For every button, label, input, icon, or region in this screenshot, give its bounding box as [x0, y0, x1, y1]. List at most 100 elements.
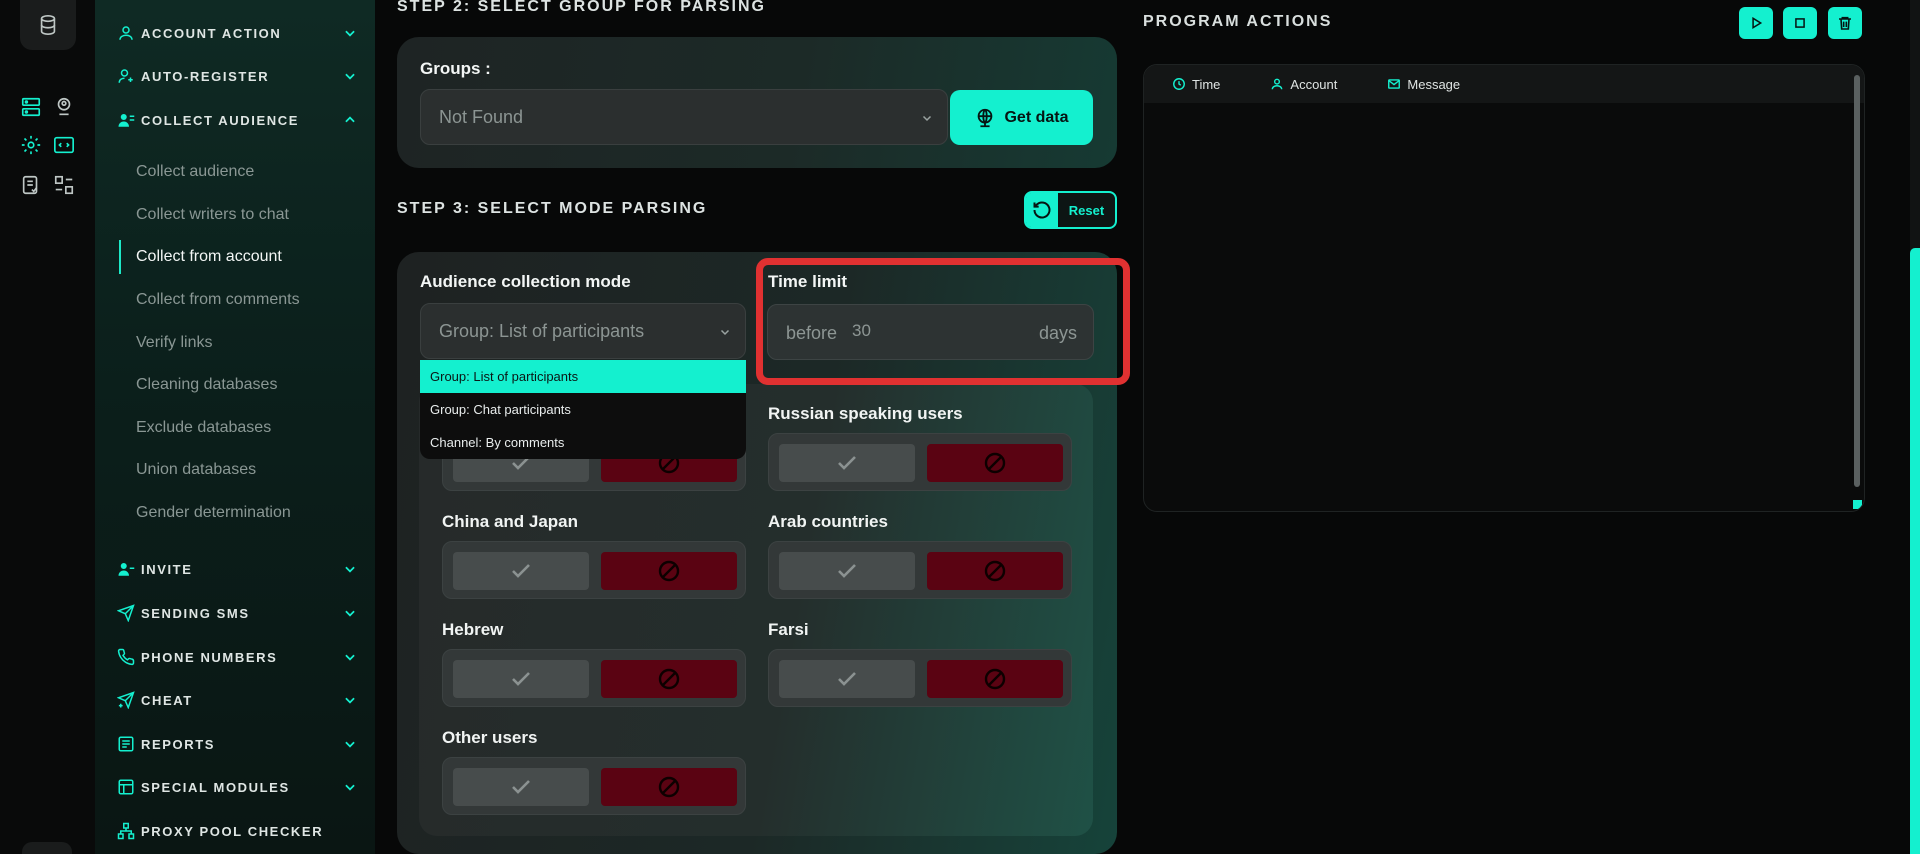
allow-button[interactable]: [453, 768, 589, 806]
sidebar-section-reports[interactable]: REPORTS: [117, 732, 357, 756]
sub-item-union-databases[interactable]: Union databases: [136, 461, 256, 479]
sub-item-gender-determination[interactable]: Gender determination: [136, 504, 291, 522]
sidebar-section-proxy-pool-checker[interactable]: PROXY POOL CHECKER: [117, 819, 357, 843]
rail-bottom-button[interactable]: [22, 842, 72, 854]
filter-title-hebrew: Hebrew: [442, 620, 504, 639]
phone-icon: [117, 648, 135, 666]
modules-icon: [118, 779, 134, 795]
dropdown-option[interactable]: Channel: By comments: [420, 426, 746, 459]
sub-item-collect-from-account[interactable]: Collect from account: [136, 248, 282, 266]
sidebar-section-label: AUTO-REGISTER: [141, 68, 270, 84]
sidebar-section-label: PROXY POOL CHECKER: [141, 823, 324, 839]
block-button[interactable]: [601, 552, 737, 590]
log-column-time[interactable]: Time: [1172, 77, 1220, 92]
block-button[interactable]: [601, 768, 737, 806]
stop-button[interactable]: [1783, 7, 1817, 39]
allow-button[interactable]: [453, 552, 589, 590]
filter-toggle-farsi: [768, 649, 1072, 707]
block-button[interactable]: [927, 660, 1063, 698]
log-column-label: Time: [1192, 76, 1221, 92]
page-scrollbar[interactable]: [1910, 0, 1920, 854]
get-data-button[interactable]: Get data: [950, 90, 1093, 145]
ban-icon: [658, 668, 680, 690]
location-user-icon[interactable]: [53, 96, 75, 118]
allow-button[interactable]: [453, 660, 589, 698]
log-column-account[interactable]: Account: [1270, 77, 1337, 92]
sub-item-collect-from-comments[interactable]: Collect from comments: [136, 291, 300, 309]
chevron-down-icon: [345, 610, 355, 617]
dropdown-option[interactable]: Group: List of participants: [420, 360, 746, 393]
sidebar-section-sending-sms[interactable]: SENDING SMS: [117, 601, 357, 625]
ban-icon: [984, 452, 1006, 474]
sidebar-section-label: CHEAT: [141, 692, 193, 708]
allow-button[interactable]: [779, 444, 915, 482]
sub-item-exclude-databases[interactable]: Exclude databases: [136, 419, 271, 437]
sub-item-collect-audience[interactable]: Collect audience: [136, 163, 254, 181]
sidebar-section-collect-audience[interactable]: COLLECT AUDIENCE: [117, 108, 357, 132]
filter-title-arab: Arab countries: [768, 512, 888, 531]
log-scrollbar[interactable]: [1854, 75, 1860, 487]
chevron-down-icon: [345, 741, 355, 748]
log-panel: Time Account Message: [1143, 64, 1865, 512]
database-icon: [40, 15, 56, 35]
sidebar-section-auto-register[interactable]: AUTO-REGISTER: [117, 64, 357, 88]
check-icon: [512, 780, 530, 794]
mail-icon: [1388, 79, 1401, 89]
resize-handle[interactable]: [1853, 500, 1862, 509]
log-header: Time Account Message: [1144, 65, 1864, 103]
allow-button[interactable]: [779, 660, 915, 698]
mode-select-value: Group: List of participants: [439, 320, 645, 341]
dropdown-option[interactable]: Group: Chat participants: [420, 393, 746, 426]
filter-toggle-russian: [768, 433, 1072, 491]
sidebar-section-cheat[interactable]: CHEAT: [117, 688, 357, 712]
block-button[interactable]: [927, 444, 1063, 482]
server-icon[interactable]: [20, 96, 42, 118]
check-icon: [838, 564, 856, 578]
ban-icon: [984, 560, 1006, 582]
reset-button[interactable]: Reset: [1024, 191, 1117, 229]
block-button[interactable]: [927, 552, 1063, 590]
get-data-label: Get data: [1004, 108, 1069, 126]
filter-toggle-hebrew: [442, 649, 746, 707]
chevron-down-icon: [345, 566, 355, 573]
ban-icon: [658, 776, 680, 798]
mode-select[interactable]: Group: List of participants: [420, 303, 746, 359]
play-icon: [1752, 16, 1763, 30]
groups-select-value: Not Found: [439, 106, 524, 127]
block-button[interactable]: [601, 660, 737, 698]
sidebar-section-label: SPECIAL MODULES: [141, 779, 290, 795]
code-window-icon[interactable]: [53, 134, 75, 156]
filter-toggle-china-japan: [442, 541, 746, 599]
sub-item-cleaning-databases[interactable]: Cleaning databases: [136, 376, 277, 394]
filter-title-russian: Russian speaking users: [768, 404, 963, 423]
play-button[interactable]: [1739, 7, 1773, 39]
database-button[interactable]: [20, 0, 76, 50]
sidebar-section-invite[interactable]: INVITE: [117, 557, 357, 581]
layout-icon[interactable]: [53, 174, 75, 196]
check-icon: [838, 672, 856, 686]
filter-toggle-other: [442, 757, 746, 815]
chevron-down-icon: [922, 115, 932, 122]
page-scrollbar-thumb[interactable]: [1910, 248, 1920, 854]
chevron-down-icon: [345, 654, 355, 661]
sub-item-verify-links[interactable]: Verify links: [136, 334, 212, 352]
user-icon: [1272, 78, 1283, 90]
chevron-down-icon: [345, 784, 355, 791]
sidebar-section-account-action[interactable]: ACCOUNT ACTION: [117, 21, 357, 45]
clear-log-button[interactable]: [1828, 7, 1862, 39]
sidebar-section-special-modules[interactable]: SPECIAL MODULES: [117, 775, 357, 799]
send-plus-icon: [117, 691, 135, 709]
groups-label: Groups :: [420, 59, 491, 78]
log-column-message[interactable]: Message: [1387, 77, 1460, 92]
reset-icon-box: [1026, 193, 1058, 227]
sidebar-section-label: ACCOUNT ACTION: [141, 25, 282, 41]
filter-title-farsi: Farsi: [768, 620, 809, 639]
checklist-icon[interactable]: [20, 174, 42, 196]
ban-icon: [984, 668, 1006, 690]
allow-button[interactable]: [779, 552, 915, 590]
chevron-up-icon: [345, 116, 355, 123]
sub-item-collect-writers[interactable]: Collect writers to chat: [136, 206, 289, 224]
groups-select[interactable]: Not Found: [420, 89, 948, 145]
sidebar-section-phone-numbers[interactable]: PHONE NUMBERS: [117, 645, 357, 669]
gear-icon[interactable]: [20, 134, 42, 156]
